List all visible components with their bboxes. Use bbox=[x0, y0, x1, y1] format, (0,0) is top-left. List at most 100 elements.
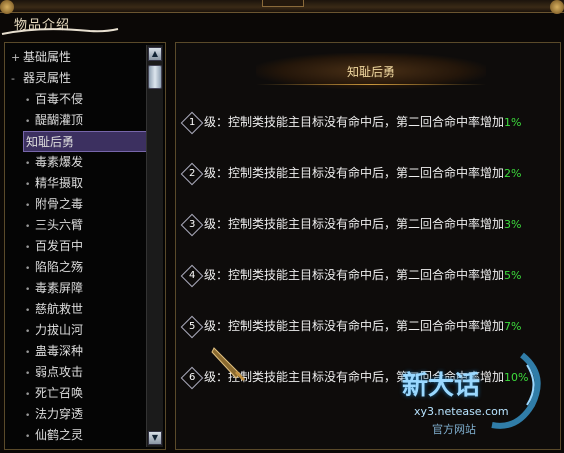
diamond-number-icon: 1 bbox=[180, 111, 204, 134]
bullet-icon: • bbox=[25, 159, 31, 169]
tree-item-label: 百发百中 bbox=[35, 239, 84, 253]
bullet-icon: • bbox=[25, 201, 31, 211]
tree-group-spirit[interactable]: - 器灵属性 bbox=[7, 68, 147, 89]
title-cap bbox=[262, 0, 304, 7]
level-prefix: 级： bbox=[204, 166, 229, 180]
bullet-icon: • bbox=[25, 390, 31, 400]
level-percent: 1% bbox=[504, 116, 522, 129]
diamond-number-icon: 4 bbox=[180, 264, 204, 287]
tree-item[interactable]: • 三头六臂 bbox=[7, 215, 147, 236]
tree-group-label: 基础属性 bbox=[23, 50, 72, 64]
bullet-icon: • bbox=[25, 243, 31, 253]
tree-scrollbar[interactable]: ▲ ▼ bbox=[146, 45, 163, 447]
tree-item-label: 死亡召唤 bbox=[35, 386, 84, 400]
tree-item[interactable]: • 毒素屏障 bbox=[7, 278, 147, 299]
scroll-up-icon[interactable]: ▲ bbox=[148, 47, 162, 61]
diamond-number-icon: 2 bbox=[180, 162, 204, 185]
corner-ornament-left bbox=[0, 0, 14, 14]
scroll-thumb[interactable] bbox=[148, 65, 162, 89]
tree-item[interactable]: • 醍醐灌顶 bbox=[7, 110, 147, 131]
level-text: 控制类技能主目标没有命中后，第二回合命中率增加 bbox=[228, 166, 505, 180]
level-prefix: 级： bbox=[204, 268, 229, 282]
tree-item-label: 法力穿透 bbox=[35, 407, 84, 421]
scroll-down-icon[interactable]: ▼ bbox=[148, 431, 162, 445]
tree-group-basic[interactable]: + 基础属性 bbox=[7, 47, 147, 68]
level-row: 2 级：控制类技能主目标没有命中后，第二回合命中率增加2% bbox=[180, 162, 522, 185]
bullet-icon: • bbox=[25, 432, 31, 442]
tree-item[interactable]: • 仙鹤之灵 bbox=[7, 425, 147, 446]
tree-group-label: 器灵属性 bbox=[23, 71, 72, 85]
level-row: 5 级：控制类技能主目标没有命中后，第二回合命中率增加7% bbox=[180, 315, 522, 338]
tree-item[interactable]: • 弱点攻击 bbox=[7, 362, 147, 383]
tree-item-label: 毒素爆发 bbox=[35, 155, 84, 169]
watermark-url: xy3.netease.com bbox=[414, 405, 509, 418]
tree-item[interactable]: • 法力穿透 bbox=[7, 404, 147, 425]
tree-item-label: 仙鹤之灵 bbox=[35, 428, 84, 442]
level-text: 控制类技能主目标没有命中后，第二回合命中率增加 bbox=[228, 217, 505, 231]
bullet-icon: • bbox=[25, 411, 31, 421]
tree-item[interactable]: • 力拔山河 bbox=[7, 320, 147, 341]
tree-item[interactable]: 知耻后勇 bbox=[23, 131, 147, 152]
tree-item-label: 蛊毒深种 bbox=[35, 344, 84, 358]
tree-item-label: 醍醐灌顶 bbox=[35, 113, 84, 127]
level-text: 控制类技能主目标没有命中后，第二回合命中率增加 bbox=[228, 115, 505, 129]
tree-item-label: 百毒不侵 bbox=[35, 92, 84, 106]
bullet-icon: • bbox=[25, 369, 31, 379]
tree-item[interactable]: • 毒素爆发 bbox=[7, 152, 147, 173]
expand-plus-icon[interactable]: + bbox=[11, 47, 21, 68]
diamond-number-icon: 5 bbox=[180, 315, 204, 338]
level-row: 1 级：控制类技能主目标没有命中后，第二回合命中率增加1% bbox=[180, 111, 522, 134]
level-text: 控制类技能主目标没有命中后，第二回合命中率增加 bbox=[228, 319, 505, 333]
level-row: 3 级：控制类技能主目标没有命中后，第二回合命中率增加3% bbox=[180, 213, 522, 236]
bullet-icon: • bbox=[25, 348, 31, 358]
tree-item-label: 弱点攻击 bbox=[35, 365, 84, 379]
level-percent: 2% bbox=[504, 167, 522, 180]
tree-item[interactable]: • 蛊毒深种 bbox=[7, 341, 147, 362]
tree-item-label: 毒素屏障 bbox=[35, 281, 84, 295]
window-frame: 物品介绍 + 基础属性 - 器灵属性 • 百毒不侵 • 醍醐灌顶 知耻后勇 • 毒素爆发 • 精华摄… bbox=[0, 0, 564, 453]
level-text: 控制类技能主目标没有命中后，第二回合命中率增加 bbox=[228, 268, 505, 282]
level-prefix: 级： bbox=[204, 319, 229, 333]
tree-item-label: 精华摄取 bbox=[35, 176, 84, 190]
bullet-icon: • bbox=[25, 96, 31, 106]
sword-cursor-icon bbox=[211, 347, 246, 382]
watermark-sub: 官方网站 bbox=[432, 423, 476, 436]
title-brush-decoration bbox=[1, 28, 119, 35]
collapse-minus-icon[interactable]: - bbox=[11, 68, 21, 89]
level-percent: 5% bbox=[504, 269, 522, 282]
tree-item-label: 力拔山河 bbox=[35, 323, 84, 337]
tree-item[interactable]: • 死亡召唤 bbox=[7, 383, 147, 404]
bullet-icon: • bbox=[25, 264, 31, 274]
level-prefix: 级： bbox=[204, 115, 229, 129]
tree-item-label: 慈航救世 bbox=[35, 302, 84, 316]
tree-item[interactable]: • 百毒不侵 bbox=[7, 89, 147, 110]
bullet-icon: • bbox=[25, 117, 31, 127]
detail-title: 知耻后勇 bbox=[346, 65, 395, 79]
site-watermark: 新大话 xy3.netease.com 官方网站 bbox=[392, 345, 560, 449]
tree-item-label: 三头六臂 bbox=[35, 218, 84, 232]
corner-ornament-right bbox=[550, 0, 564, 14]
bullet-icon: • bbox=[25, 306, 31, 316]
attribute-tree-panel: + 基础属性 - 器灵属性 • 百毒不侵 • 醍醐灌顶知耻后勇 • 毒素爆发 • 精华摄取 • 附骨之… bbox=[4, 42, 166, 450]
tree-item-label: 知耻后勇 bbox=[26, 135, 75, 149]
bullet-icon: • bbox=[25, 180, 31, 190]
tree-item[interactable]: • 附骨之毒 bbox=[7, 194, 147, 215]
bullet-icon: • bbox=[25, 222, 31, 232]
tree-item[interactable]: • 慈航救世 bbox=[7, 299, 147, 320]
level-percent: 7% bbox=[504, 320, 522, 333]
top-bar bbox=[0, 0, 564, 13]
level-prefix: 级： bbox=[204, 217, 229, 231]
diamond-number-icon: 3 bbox=[180, 213, 204, 236]
watermark-logo: 新大话 bbox=[402, 371, 481, 401]
tree-item[interactable]: • 陷陷之殇 bbox=[7, 257, 147, 278]
tree-item[interactable]: • 百发百中 bbox=[7, 236, 147, 257]
tree-item[interactable]: • 精华摄取 bbox=[7, 173, 147, 194]
level-row: 4 级：控制类技能主目标没有命中后，第二回合命中率增加5% bbox=[180, 264, 522, 287]
diamond-number-icon: 6 bbox=[180, 366, 204, 389]
bullet-icon: • bbox=[25, 285, 31, 295]
bullet-icon: • bbox=[25, 327, 31, 337]
tree-item-label: 陷陷之殇 bbox=[35, 260, 84, 274]
attribute-tree: + 基础属性 - 器灵属性 • 百毒不侵 • 醍醐灌顶知耻后勇 • 毒素爆发 • 精华摄取 • 附骨之… bbox=[7, 47, 147, 446]
tree-item-label: 附骨之毒 bbox=[35, 197, 84, 211]
level-percent: 3% bbox=[504, 218, 522, 231]
